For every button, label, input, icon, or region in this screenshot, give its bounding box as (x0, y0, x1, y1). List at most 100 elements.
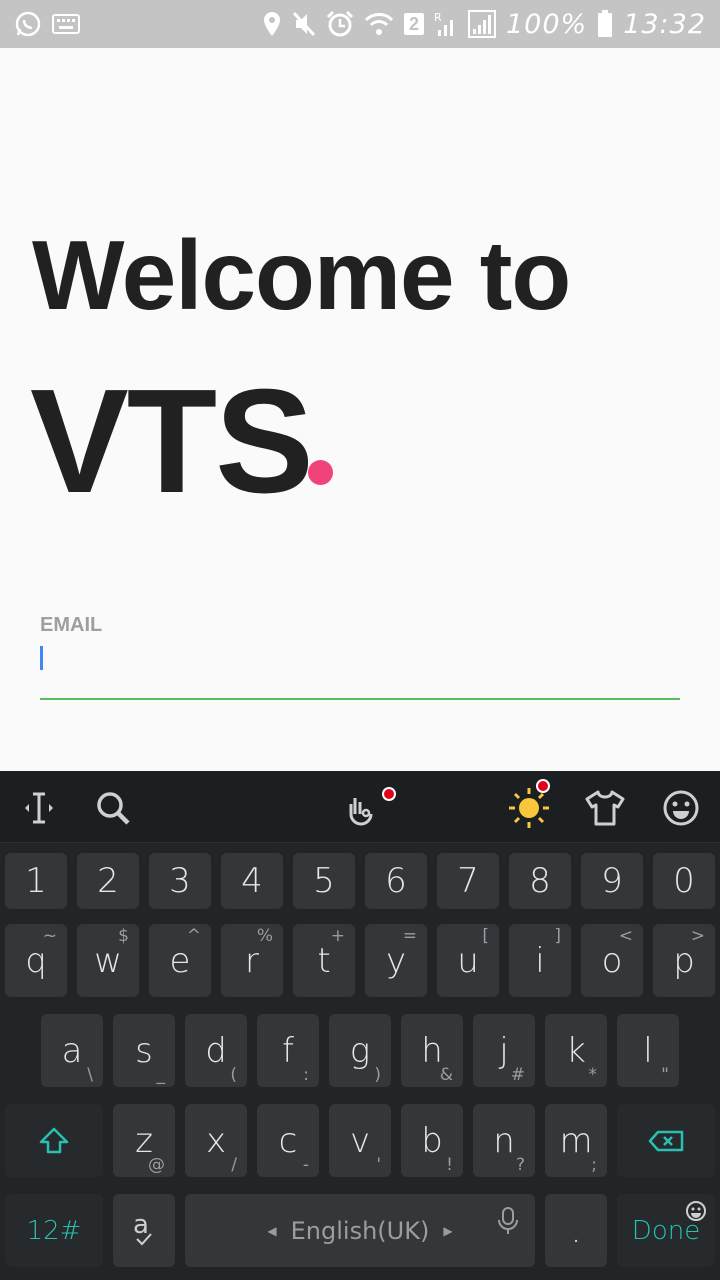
wifi-icon (364, 11, 394, 37)
done-key[interactable]: Done (617, 1194, 715, 1267)
key-label: m (559, 1120, 593, 1161)
arrow-left-icon: ◀ (267, 1223, 277, 1238)
keyboard-toolbar (0, 771, 720, 843)
language-key[interactable]: a (113, 1194, 175, 1267)
key-d[interactable]: d( (185, 1014, 247, 1087)
welcome-title: Welcome to (32, 220, 571, 330)
key-6[interactable]: 6 (365, 853, 427, 909)
key-8[interactable]: 8 (509, 853, 571, 909)
key-z[interactable]: z @ (113, 1104, 175, 1177)
key-secondary-label: ? (515, 1155, 525, 1175)
emoji-icon[interactable] (656, 783, 706, 833)
brand-name: VTS (30, 359, 314, 524)
key-h[interactable]: h & (401, 1014, 463, 1087)
key-2[interactable]: 2 (77, 853, 139, 909)
space-key[interactable]: ◀ English(UK) ▶ (185, 1194, 535, 1267)
key-w[interactable]: w $ (77, 924, 139, 997)
key-secondary-label: % (256, 926, 273, 946)
key-label: w (94, 940, 122, 981)
key-secondary-label: $ (118, 926, 129, 946)
key-i[interactable]: i] (509, 924, 571, 997)
key-secondary-label: - (302, 1155, 309, 1175)
status-bar: 2 R 100% 13:32 (0, 0, 720, 48)
key-secondary-label: " (661, 1065, 669, 1085)
alarm-icon (326, 10, 354, 38)
brand-dot (308, 460, 333, 485)
key-g[interactable]: g) (329, 1014, 391, 1087)
key-label: 7 (457, 861, 479, 901)
battery-icon (597, 10, 613, 38)
key-secondary-label: \ (87, 1065, 93, 1085)
cursor-icon[interactable] (14, 783, 64, 833)
search-icon[interactable] (88, 783, 138, 833)
key-label: 1 (25, 861, 47, 901)
key-secondary-label: @ (148, 1155, 165, 1175)
key-label: s (135, 1030, 153, 1071)
key-secondary-label: = (402, 926, 417, 946)
key-v[interactable]: v ' (329, 1104, 391, 1177)
gesture-icon[interactable] (336, 783, 386, 833)
key-secondary-label: * (588, 1065, 598, 1085)
key-m[interactable]: m; (545, 1104, 607, 1177)
key-label: g (349, 1030, 371, 1071)
key-label: e (169, 940, 191, 981)
period-key[interactable]: . (545, 1194, 607, 1267)
svg-text:R: R (434, 11, 442, 24)
key-r[interactable]: r% (221, 924, 283, 997)
key-o[interactable]: o < (581, 924, 643, 997)
shirt-icon[interactable] (580, 783, 630, 833)
key-1[interactable]: 1 (5, 853, 67, 909)
key-label: . (570, 1210, 582, 1251)
key-secondary-label: ( (230, 1065, 237, 1085)
key-secondary-label: / (231, 1155, 237, 1175)
key-l[interactable]: l " (617, 1014, 679, 1087)
key-t[interactable]: t + (293, 924, 355, 997)
key-label: j (499, 1030, 509, 1071)
key-n[interactable]: n? (473, 1104, 535, 1177)
key-c[interactable]: c- (257, 1104, 319, 1177)
key-s[interactable]: s _ (113, 1014, 175, 1087)
key-e[interactable]: e ^ (149, 924, 211, 997)
svg-text:a: a (133, 1210, 149, 1240)
key-label: 5 (313, 861, 335, 901)
key-a[interactable]: a \ (41, 1014, 103, 1087)
key-label: 2 (97, 861, 119, 901)
symbols-key[interactable]: 12# (5, 1194, 103, 1267)
key-x[interactable]: x / (185, 1104, 247, 1177)
key-secondary-label: [ (482, 926, 489, 946)
key-label: p (673, 940, 695, 981)
email-field[interactable] (40, 644, 680, 700)
shift-key[interactable] (5, 1104, 103, 1177)
key-k[interactable]: k * (545, 1014, 607, 1087)
key-secondary-label: ! (446, 1155, 453, 1175)
key-y[interactable]: y = (365, 924, 427, 997)
key-b[interactable]: b! (401, 1104, 463, 1177)
key-label: x (205, 1120, 227, 1161)
key-label: 9 (601, 861, 623, 901)
key-0[interactable]: 0 (653, 853, 715, 909)
key-4[interactable]: 4 (221, 853, 283, 909)
key-p[interactable]: p > (653, 924, 715, 997)
key-label: 4 (241, 861, 263, 901)
key-secondary-label: < (618, 926, 633, 946)
key-label: t (317, 940, 331, 981)
key-label: i (535, 940, 545, 981)
key-secondary-label: # (510, 1065, 525, 1085)
key-f[interactable]: f: (257, 1014, 319, 1087)
key-j[interactable]: j # (473, 1014, 535, 1087)
backspace-key[interactable] (617, 1104, 715, 1177)
login-screen: Welcome to VTS EMAIL (0, 48, 720, 771)
key-5[interactable]: 5 (293, 853, 355, 909)
key-u[interactable]: u[ (437, 924, 499, 997)
key-secondary-label: ' (376, 1155, 381, 1175)
key-3[interactable]: 3 (149, 853, 211, 909)
key-q[interactable]: q ~ (5, 924, 67, 997)
signal-r-icon: R (434, 10, 458, 38)
key-9[interactable]: 9 (581, 853, 643, 909)
key-7[interactable]: 7 (437, 853, 499, 909)
key-secondary-label: & (439, 1065, 453, 1085)
key-label: 12# (26, 1215, 82, 1246)
key-label: f (282, 1030, 294, 1071)
key-label: b (421, 1120, 443, 1161)
key-label: d (205, 1030, 227, 1071)
